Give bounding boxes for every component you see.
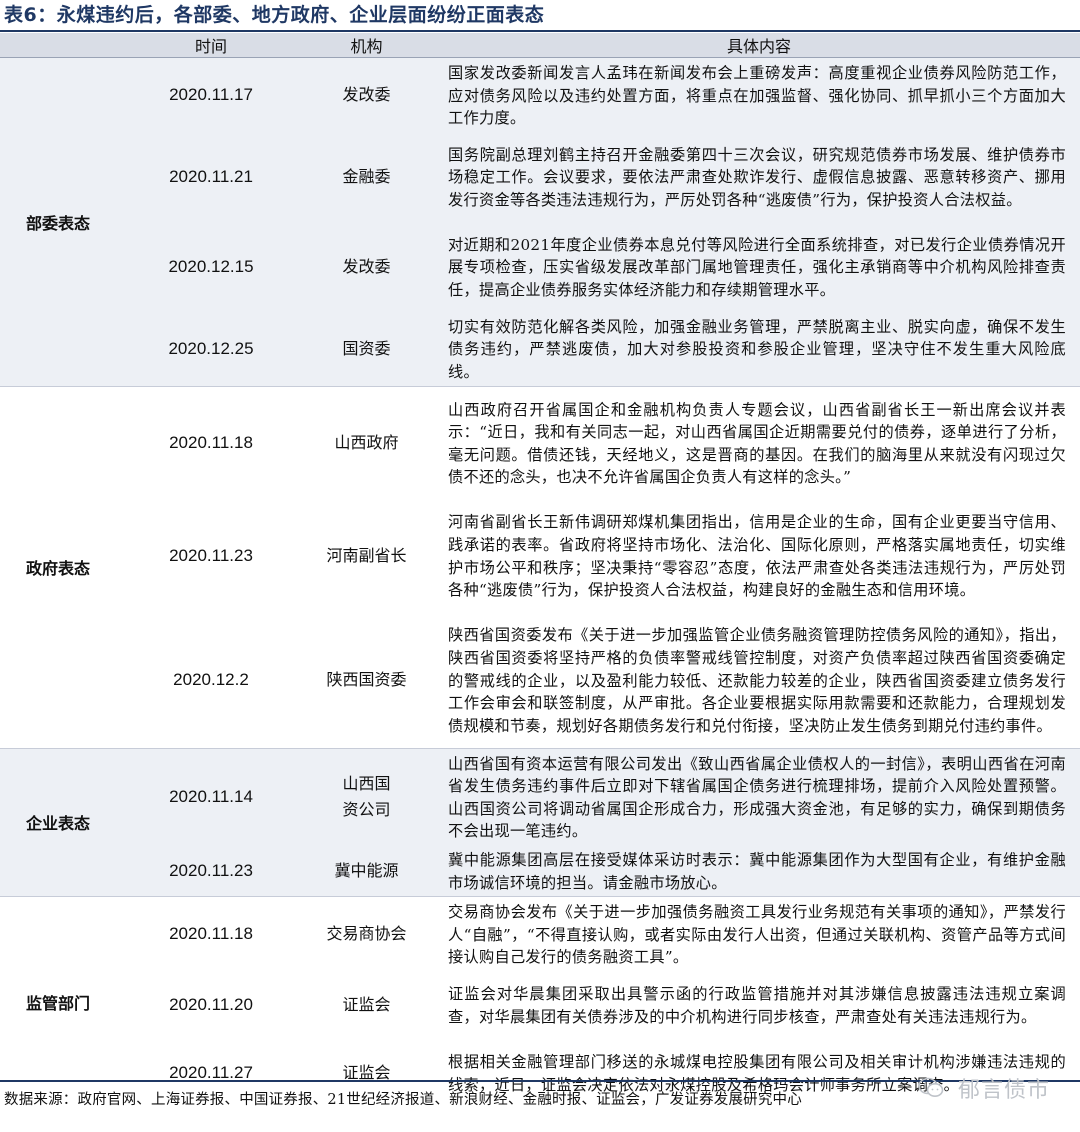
org-cell: 山西政府 bbox=[295, 386, 438, 500]
table-row: 2020.12.25 国资委 切实有效防范化解各类风险，加强金融业务管理，严禁脱… bbox=[0, 311, 1080, 387]
content-cell: 国务院副总理刘鹤主持召开金融委第四十三次会议，研究规范债券市场发展、维护债券市场… bbox=[438, 131, 1080, 222]
date-cell: 2020.11.18 bbox=[127, 896, 295, 971]
header-date: 时间 bbox=[127, 33, 295, 58]
org-cell: 发改委 bbox=[295, 221, 438, 312]
table-row: 2020.12.2 陕西国资委 陕西省国资委发布《关于进一步加强监管企业债务融资… bbox=[0, 612, 1080, 749]
category-cell: 部委表态 bbox=[0, 57, 127, 387]
content-cell: 山西省国有资本运营有限公司发出《致山西省属企业债权人的一封信》，表明山西省在河南… bbox=[438, 748, 1080, 845]
header-category bbox=[0, 33, 127, 58]
title-rule bbox=[0, 30, 1080, 32]
table-title: 表6：永煤违约后，各部委、地方政府、企业层面纷纷正面表态 bbox=[4, 4, 545, 26]
date-cell: 2020.11.20 bbox=[127, 970, 295, 1039]
org-cell: 证监会 bbox=[295, 970, 438, 1039]
header-content: 具体内容 bbox=[438, 33, 1080, 58]
table-row: 2020.11.21 金融委 国务院副总理刘鹤主持召开金融委第四十三次会议，研究… bbox=[0, 131, 1080, 222]
date-cell: 2020.12.2 bbox=[127, 612, 295, 749]
content-cell: 国家发改委新闻发言人孟玮在新闻发布会上重磅发声：高度重视企业债券风险防范工作，应… bbox=[438, 57, 1080, 132]
table-row: 企业表态 2020.11.14 山西国资公司 山西省国有资本运营有限公司发出《致… bbox=[0, 748, 1080, 897]
watermark-text: 郁言债市 bbox=[957, 1078, 1050, 1103]
date-cell: 2020.12.15 bbox=[127, 221, 295, 312]
table-row: 部委表态 2020.11.17 发改委 国家发改委新闻发言人孟玮在新闻发布会上重… bbox=[0, 57, 1080, 387]
org-cell: 河南副省长 bbox=[295, 499, 438, 613]
date-cell: 2020.11.21 bbox=[127, 131, 295, 222]
header-org: 机构 bbox=[295, 33, 438, 58]
org-cell: 金融委 bbox=[295, 131, 438, 222]
table-row: 监管部门 2020.11.18 交易商协会 交易商协会发布《关于进一步加强债务融… bbox=[0, 896, 1080, 1107]
org-cell: 发改委 bbox=[295, 57, 438, 132]
content-cell: 交易商协会发布《关于进一步加强债务融资工具发行业务规范有关事项的通知》，严禁发行… bbox=[438, 896, 1080, 971]
table-row: 2020.11.23 冀中能源 冀中能源集团高层在接受媒体采访时表示：冀中能源集… bbox=[0, 844, 1080, 897]
date-cell: 2020.11.23 bbox=[127, 499, 295, 613]
source-note: 数据来源：政府官网、上海证券报、中国证券报、21世纪经济报道、新浪财经、金融时报… bbox=[4, 1092, 802, 1108]
org-cell: 山西国资公司 bbox=[295, 748, 438, 845]
org-cell: 冀中能源 bbox=[295, 844, 438, 897]
content-cell: 对近期和2021年度企业债券本息兑付等风险进行全面系统排查，对已发行企业债券情况… bbox=[438, 221, 1080, 312]
table-row: 政府表态 2020.11.18 山西政府 山西政府召开省属国企和金融机构负责人专… bbox=[0, 386, 1080, 749]
category-cell: 政府表态 bbox=[0, 386, 127, 749]
content-cell: 证监会对华晨集团采取出具警示函的行政监管措施并对其涉嫌信息披露违法违规立案调查，… bbox=[438, 970, 1080, 1039]
table-row: 2020.12.15 发改委 对近期和2021年度企业债券本息兑付等风险进行全面… bbox=[0, 221, 1080, 312]
watermark: 郁言债市 bbox=[918, 1072, 1050, 1105]
table-row: 2020.11.20 证监会 证监会对华晨集团采取出具警示函的行政监管措施并对其… bbox=[0, 970, 1080, 1039]
date-cell: 2020.11.18 bbox=[127, 386, 295, 500]
org-cell: 陕西国资委 bbox=[295, 612, 438, 749]
content-cell: 冀中能源集团高层在接受媒体采访时表示：冀中能源集团作为大型国有企业，有维护金融市… bbox=[438, 844, 1080, 897]
content-cell: 陕西省国资委发布《关于进一步加强监管企业债务融资管理防控债务风险的通知》，指出，… bbox=[438, 612, 1080, 749]
content-cell: 山西政府召开省属国企和金融机构负责人专题会议，山西省副省长王一新出席会议并表示：… bbox=[438, 386, 1080, 500]
category-cell: 企业表态 bbox=[0, 748, 127, 897]
date-cell: 2020.11.17 bbox=[127, 57, 295, 132]
date-cell: 2020.11.14 bbox=[127, 748, 295, 845]
date-cell: 2020.12.25 bbox=[127, 311, 295, 387]
table-header-row: 时间 机构 具体内容 bbox=[0, 33, 1080, 58]
table-row: 2020.11.23 河南副省长 河南省副省长王新伟调研郑煤机集团指出，信用是企… bbox=[0, 499, 1080, 613]
category-cell: 监管部门 bbox=[0, 896, 127, 1107]
wechat-icon bbox=[918, 1077, 944, 1105]
org-cell: 国资委 bbox=[295, 311, 438, 387]
content-cell: 切实有效防范化解各类风险，加强金融业务管理，严禁脱离主业、脱实向虚，确保不发生债… bbox=[438, 311, 1080, 387]
org-cell: 交易商协会 bbox=[295, 896, 438, 971]
content-cell: 河南省副省长王新伟调研郑煤机集团指出，信用是企业的生命，国有企业更要当守信用、践… bbox=[438, 499, 1080, 613]
date-cell: 2020.11.23 bbox=[127, 844, 295, 897]
statements-table: 时间 机构 具体内容 部委表态 2020.11.17 发改委 国家发改委新闻发言… bbox=[0, 33, 1080, 1107]
